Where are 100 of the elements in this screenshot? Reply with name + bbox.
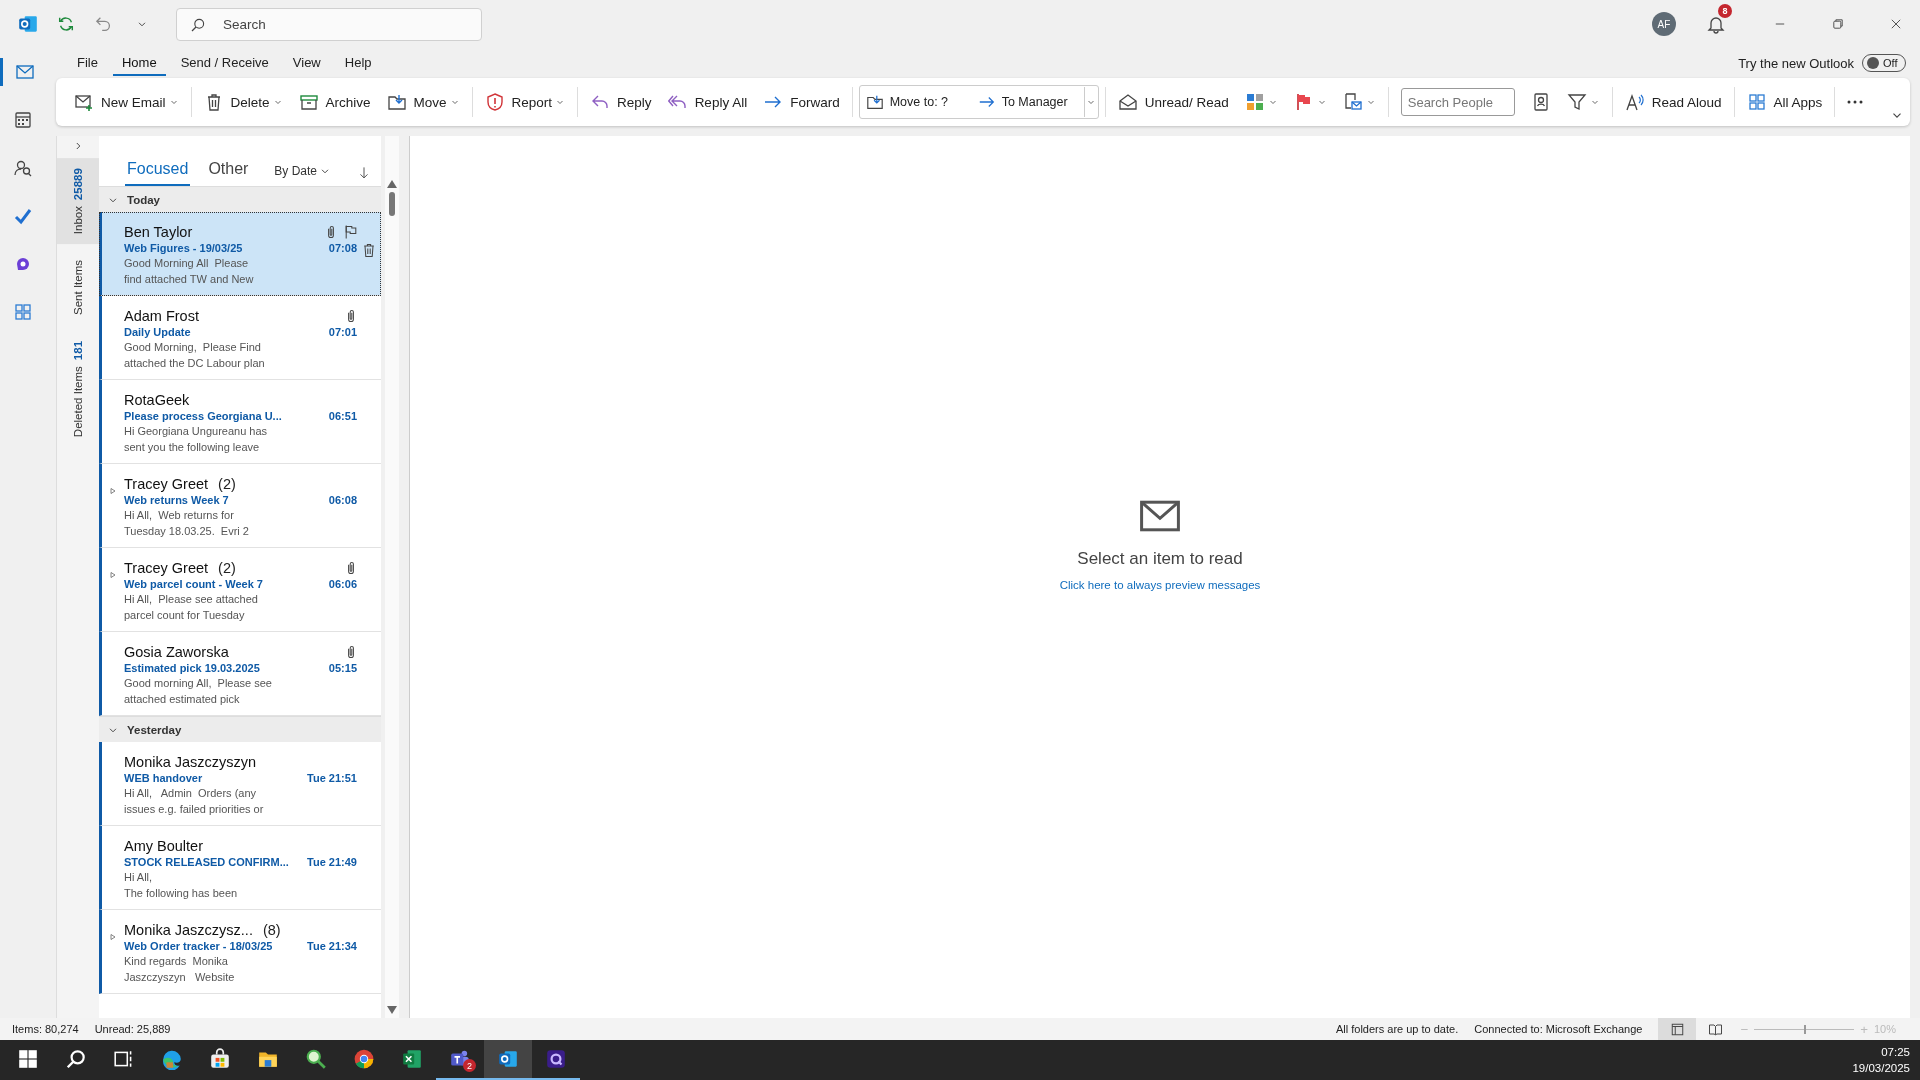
message-subject: WEB handover — [124, 772, 203, 784]
group-header[interactable]: Yesterday — [99, 716, 381, 742]
trash-icon[interactable] — [361, 242, 377, 258]
message-subject: STOCK RELEASED CONFIRM... — [124, 856, 289, 868]
message-time: Tue 21:34 — [307, 940, 357, 952]
message-preview: Good Morning All Please — [124, 257, 249, 270]
quick-step[interactable]: To Manager — [971, 87, 1084, 117]
bell-icon — [1706, 14, 1726, 34]
sender-name: Monika Jaszczysz... — [124, 922, 253, 938]
ribbon-button[interactable]: Unread/ Read — [1111, 87, 1235, 117]
close-icon — [1889, 17, 1903, 31]
notification-badge: 8 — [1718, 4, 1732, 18]
windows-logo-icon — [17, 1048, 39, 1070]
ribbon-button[interactable]: Report — [478, 87, 572, 117]
folder-tab[interactable]: Deleted Items 181 — [57, 331, 99, 448]
message-item[interactable]: RotaGeek Please process Georgiana U... 06:51 Hi Georgiana Ungureanu has sent you the following leave — [99, 380, 381, 464]
scrollbar[interactable] — [385, 136, 399, 1018]
preview-link[interactable]: Click here to always preview messages — [1059, 579, 1261, 591]
browser-circle-icon — [353, 1048, 375, 1070]
expand-triangle-icon[interactable] — [108, 486, 118, 496]
ribbon-button[interactable]: Move — [380, 87, 466, 117]
message-time: 07:01 — [328, 326, 357, 338]
message-item[interactable]: Adam Frost Daily Update 07:01 Good Morning, Please Find attached the DC Labour plan — [99, 296, 381, 380]
sender-name: Amy Boulter — [124, 838, 203, 854]
message-time: 07:08 — [328, 242, 357, 254]
sender-name: Tracey Greet — [124, 476, 209, 492]
ribbon-button[interactable]: Read Aloud — [1618, 87, 1728, 117]
message-preview: Good morning All, Please see — [124, 677, 272, 690]
apps-grid-icon — [1746, 92, 1767, 112]
ribbon-button[interactable]: New Email — [68, 87, 185, 117]
user-avatar[interactable]: AF — [1652, 12, 1676, 36]
clock-date: 19/03/2025 — [1852, 1062, 1910, 1074]
sender-name: Monika Jaszczyszyn — [124, 754, 257, 770]
menu-tab[interactable]: Home — [112, 50, 166, 76]
ribbon-button[interactable]: Reply All — [661, 87, 754, 117]
folder-tab[interactable]: Sent Items — [57, 250, 99, 326]
sender-name: RotaGeek — [124, 392, 190, 408]
thread-count: (8) — [262, 922, 281, 938]
message-subject: Web parcel count - Week 7 — [124, 578, 263, 590]
message-preview: attached estimated pick — [124, 693, 240, 706]
search-people-field[interactable]: Search People — [1400, 88, 1515, 116]
archive-box-icon — [298, 92, 319, 112]
message-preview: attached the DC Labour plan — [124, 357, 265, 370]
message-item[interactable]: Tracey Greet (2) Web parcel count - Week 7 06:06 Hi All, Please see attached parcel count for Tuesday — [99, 548, 381, 632]
expand-triangle-icon[interactable] — [108, 932, 118, 942]
folder-tab[interactable]: Inbox 25889 — [57, 158, 99, 245]
sender-name: Ben Taylor — [124, 224, 193, 240]
ribbon-button[interactable]: All Apps — [1740, 87, 1829, 117]
menu-tab[interactable]: Send / Receive — [171, 50, 278, 76]
connection-status: Connected to: Microsoft Exchange — [1474, 1023, 1643, 1035]
sort-arrow-icon[interactable] — [357, 166, 371, 180]
view-button[interactable] — [1658, 1018, 1697, 1040]
search-field[interactable]: Search — [176, 7, 482, 41]
sort-dropdown[interactable]: By Date — [274, 164, 331, 186]
search-icon — [65, 1048, 87, 1070]
message-preview: sent you the following leave — [124, 441, 260, 454]
shield-icon — [484, 92, 505, 112]
message-preview: issues e.g. failed priorities or — [124, 803, 264, 816]
menu-tab[interactable]: Help — [335, 50, 381, 76]
ribbon-button[interactable]: Forward — [757, 87, 846, 117]
menu-tab[interactable]: View — [283, 50, 330, 76]
message-subject: Estimated pick 19.03.2025 — [124, 662, 260, 674]
group-header[interactable]: Today — [99, 186, 381, 212]
sender-name: Tracey Greet — [124, 560, 209, 576]
message-subject: Web Figures - 19/03/25 — [124, 242, 243, 254]
message-time: 06:08 — [328, 494, 357, 506]
rules-icon — [1342, 92, 1363, 112]
ribbon-button[interactable]: Archive — [292, 87, 377, 117]
ribbon-button[interactable]: Delete — [197, 87, 289, 117]
spreadsheet-app-icon — [401, 1048, 423, 1070]
ribbon-button[interactable]: Reply — [584, 87, 658, 117]
message-item[interactable]: Monika Jaszczysz... (8) Web Order tracker - 18/03/25 Tue 21:34 Kind regards Monika Jaszczyszyn Website — [99, 910, 381, 994]
sync-icon — [57, 15, 75, 33]
quick-step[interactable]: Move to: ? — [859, 87, 972, 117]
message-item[interactable]: Amy Boulter STOCK RELEASED CONFIRM... Tue 21:49 Hi All, The following has been — [99, 826, 381, 910]
message-preview: Hi All, Admin Orders (any — [124, 787, 257, 800]
search-icon — [190, 16, 206, 33]
scroll-up-icon[interactable] — [387, 180, 397, 188]
calendar-icon — [13, 110, 33, 130]
sync-status: All folders are up to date. — [1335, 1023, 1459, 1035]
message-item[interactable]: Tracey Greet (2) Web returns Week 7 06:08 Hi All, Web returns for Tuesday 18.03.25. Evri 2 — [99, 464, 381, 548]
menu-tab[interactable]: File — [68, 50, 107, 76]
message-preview: Kind regards Monika — [124, 955, 228, 968]
people-search-icon — [13, 158, 33, 178]
message-preview: The following has been — [124, 887, 238, 900]
scrollbar-thumb[interactable] — [389, 192, 395, 216]
message-preview: Good Morning, Please Find — [124, 341, 261, 354]
message-item[interactable]: Monika Jaszczyszyn WEB handover Tue 21:51 Hi All, Admin Orders (any issues e.g. failed priorities or — [99, 742, 381, 826]
items-count: Items: 80,274 — [12, 1023, 79, 1035]
message-subject: Daily Update — [124, 326, 191, 338]
message-item[interactable]: Ben Taylor Web Figures - 19/03/25 07:08 Good Morning All Please find attached TW and New — [99, 212, 381, 296]
undo-icon — [95, 15, 113, 33]
scroll-down-icon[interactable] — [387, 1006, 397, 1014]
move-folder-icon — [865, 93, 884, 111]
app-q-icon — [545, 1048, 567, 1070]
zoom-thumb[interactable] — [1804, 1024, 1807, 1034]
inbox-tab[interactable]: Other — [206, 154, 251, 186]
expand-triangle-icon[interactable] — [108, 570, 118, 580]
reading-view-icon — [1707, 1021, 1723, 1037]
clock-time: 07:25 — [1881, 1046, 1910, 1058]
